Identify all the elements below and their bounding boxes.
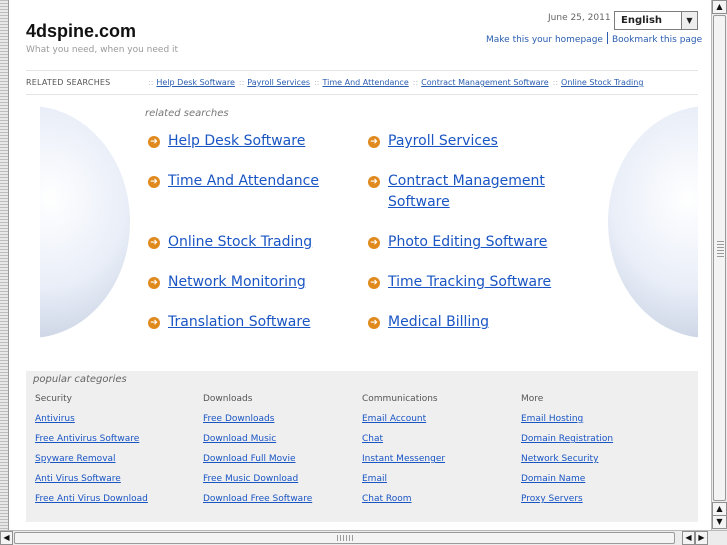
- arrow-right-circle-icon: ➔: [148, 237, 160, 249]
- arrow-right-circle-icon: ➔: [148, 317, 160, 329]
- related-search-link[interactable]: Network Monitoring: [168, 272, 306, 293]
- grip-icon: [337, 535, 355, 541]
- related-search-item[interactable]: ➔ Payroll Services: [368, 131, 498, 152]
- scroll-down-icon[interactable]: ▼: [712, 515, 727, 529]
- date-label: June 25, 2011: [548, 13, 611, 23]
- arrow-right-circle-icon: ➔: [148, 176, 160, 188]
- category-link[interactable]: Email: [362, 472, 445, 492]
- related-search-link[interactable]: Time Tracking Software: [388, 272, 551, 293]
- arrow-right-circle-icon: ➔: [368, 136, 380, 148]
- scroll-up-icon[interactable]: ▲: [712, 502, 727, 516]
- grip-icon: [717, 241, 724, 257]
- related-search-item[interactable]: ➔ Time Tracking Software: [368, 272, 551, 293]
- site-title[interactable]: 4dspine.com: [26, 21, 136, 42]
- category-link[interactable]: Domain Registration: [521, 432, 613, 452]
- related-bar-link[interactable]: Time And Attendance: [323, 78, 409, 87]
- related-bar-link[interactable]: Contract Management Software: [421, 78, 548, 87]
- dots-separator: ::: [238, 78, 245, 87]
- category-column-communications: Communications Email Account Chat Instan…: [362, 392, 445, 512]
- decorative-disc-left: [40, 106, 136, 338]
- category-link[interactable]: Free Anti Virus Download: [35, 492, 148, 512]
- related-search-link[interactable]: Online Stock Trading: [168, 232, 312, 253]
- chevron-down-icon[interactable]: ▼: [681, 12, 697, 29]
- arrow-right-circle-icon: ➔: [368, 237, 380, 249]
- language-value: English: [621, 15, 663, 26]
- arrow-right-circle-icon: ➔: [148, 277, 160, 289]
- category-column-more: More Email Hosting Domain Registration N…: [521, 392, 613, 512]
- category-title: Communications: [362, 394, 438, 404]
- make-homepage-link[interactable]: Make this your homepage: [486, 35, 603, 45]
- category-link[interactable]: Email Account: [362, 412, 445, 432]
- related-bar-link[interactable]: Payroll Services: [247, 78, 310, 87]
- link-divider: [606, 32, 608, 44]
- scroll-left-icon[interactable]: ◀: [682, 531, 695, 545]
- horizontal-scrollbar[interactable]: ◀ ◀ ▶: [0, 530, 727, 545]
- horizontal-scroll-thumb[interactable]: [14, 532, 675, 544]
- dots-separator: ::: [148, 78, 154, 87]
- dots-separator: ::: [552, 78, 559, 87]
- category-link[interactable]: Spyware Removal: [35, 452, 148, 472]
- arrow-right-circle-icon: ➔: [148, 136, 160, 148]
- related-search-item[interactable]: ➔ Medical Billing: [368, 312, 489, 333]
- related-search-link[interactable]: Medical Billing: [388, 312, 489, 333]
- related-search-link[interactable]: Photo Editing Software: [388, 232, 547, 253]
- scroll-left-icon[interactable]: ◀: [0, 531, 13, 545]
- arrow-right-circle-icon: ➔: [368, 277, 380, 289]
- related-search-item[interactable]: ➔ Network Monitoring: [148, 272, 306, 293]
- category-link[interactable]: Anti Virus Software: [35, 472, 148, 492]
- vertical-scrollbar[interactable]: ▲ ▲ ▼: [711, 0, 727, 530]
- related-bar-link[interactable]: Online Stock Trading: [561, 78, 643, 87]
- related-search-item[interactable]: ➔ Translation Software: [148, 312, 310, 333]
- popular-categories: popular categories Security Antivirus Fr…: [26, 371, 698, 522]
- category-link[interactable]: Download Full Movie: [203, 452, 312, 472]
- category-link[interactable]: Free Antivirus Software: [35, 432, 148, 452]
- category-link[interactable]: Chat: [362, 432, 445, 452]
- category-link[interactable]: Email Hosting: [521, 412, 613, 432]
- category-title: More: [521, 394, 544, 404]
- related-search-link[interactable]: Time And Attendance: [168, 171, 319, 192]
- category-link[interactable]: Proxy Servers: [521, 492, 613, 512]
- popular-categories-heading: popular categories: [33, 374, 127, 385]
- category-link[interactable]: Download Free Software: [203, 492, 312, 512]
- related-search-item[interactable]: ➔ Contract Management Software: [368, 171, 558, 213]
- top-links: Make this your homepage Bookmark this pag…: [486, 32, 702, 45]
- category-link[interactable]: Free Downloads: [203, 412, 312, 432]
- arrow-right-circle-icon: ➔: [368, 317, 380, 329]
- related-search-link[interactable]: Help Desk Software: [168, 131, 305, 152]
- related-search-item[interactable]: ➔ Time And Attendance: [148, 171, 319, 192]
- scroll-up-icon[interactable]: ▲: [712, 0, 727, 14]
- category-link[interactable]: Domain Name: [521, 472, 613, 492]
- category-link[interactable]: Download Music: [203, 432, 312, 452]
- category-link[interactable]: Chat Room: [362, 492, 445, 512]
- language-select[interactable]: English ▼: [614, 11, 698, 30]
- related-search-item[interactable]: ➔ Help Desk Software: [148, 131, 305, 152]
- related-search-item[interactable]: ➔ Photo Editing Software: [368, 232, 547, 253]
- category-link[interactable]: Antivirus: [35, 412, 148, 432]
- related-search-link[interactable]: Payroll Services: [388, 131, 498, 152]
- related-bar-link[interactable]: Help Desk Software: [156, 78, 234, 87]
- related-search-link[interactable]: Contract Management Software: [388, 171, 558, 213]
- dots-separator: ::: [314, 78, 320, 87]
- arrow-right-circle-icon: ➔: [368, 176, 380, 188]
- decorative-disc-right: [602, 106, 698, 338]
- scroll-right-icon[interactable]: ▶: [695, 531, 708, 545]
- related-bar-label: RELATED SEARCHES: [26, 78, 111, 87]
- dots-separator: ::: [412, 78, 419, 87]
- related-search-item[interactable]: ➔ Online Stock Trading: [148, 232, 312, 253]
- category-column-downloads: Downloads Free Downloads Download Music …: [203, 392, 312, 512]
- related-bar-links: :: Help Desk Software:: Payroll Services::…: [144, 71, 643, 95]
- category-title: Security: [35, 394, 72, 404]
- site-tagline: What you need, when you need it: [26, 45, 179, 55]
- vertical-scroll-thumb[interactable]: [713, 15, 726, 501]
- category-link[interactable]: Instant Messenger: [362, 452, 445, 472]
- related-searches-heading: related searches: [145, 108, 229, 119]
- category-title: Downloads: [203, 394, 253, 404]
- related-search-link[interactable]: Translation Software: [168, 312, 310, 333]
- category-link[interactable]: Free Music Download: [203, 472, 312, 492]
- bookmark-link[interactable]: Bookmark this page: [612, 35, 702, 45]
- category-column-security: Security Antivirus Free Antivirus Softwa…: [35, 392, 148, 512]
- category-link[interactable]: Network Security: [521, 452, 613, 472]
- window-gutter: [0, 0, 9, 530]
- related-searches-bar: RELATED SEARCHES :: Help Desk Software:: P…: [26, 70, 698, 95]
